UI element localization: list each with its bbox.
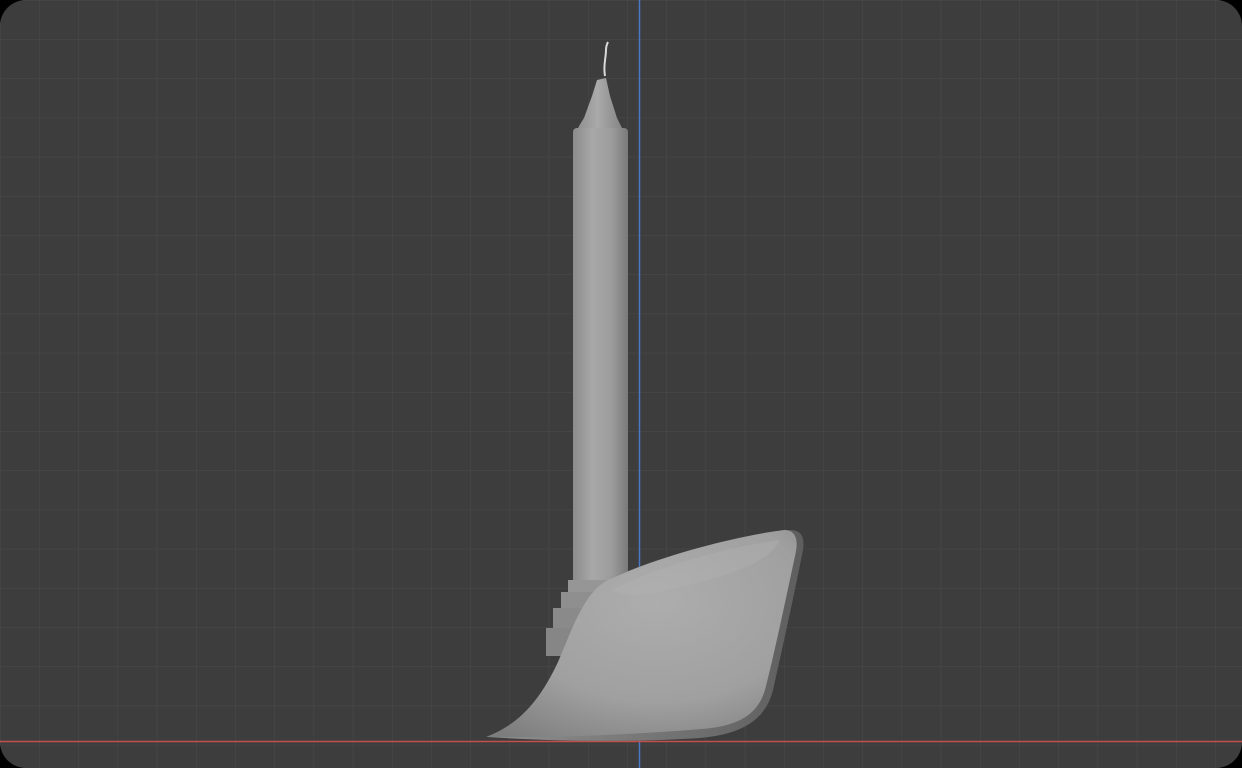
viewport-frame <box>0 0 1242 768</box>
3d-viewport[interactable] <box>0 0 1242 768</box>
viewport-canvas[interactable] <box>0 0 1242 768</box>
candle-shaft[interactable] <box>573 128 628 588</box>
